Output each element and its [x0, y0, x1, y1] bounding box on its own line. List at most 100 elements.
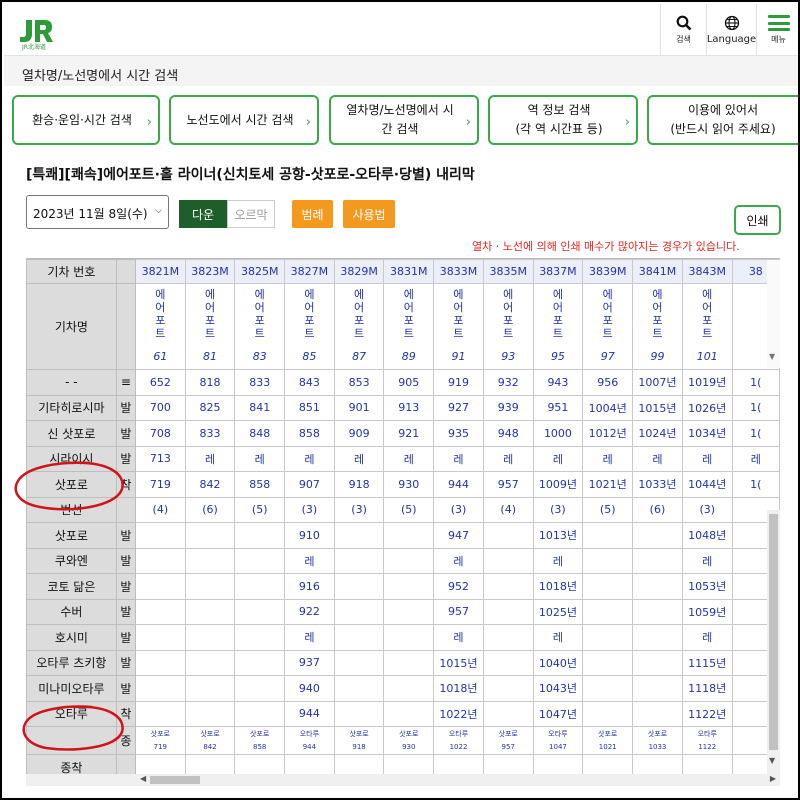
time-cell: 1019년 — [681, 369, 733, 396]
language-button[interactable]: Language — [706, 4, 756, 56]
time-cell: 956 — [582, 369, 634, 396]
terminal-cell — [184, 754, 236, 774]
train-number[interactable]: 3843M — [681, 259, 733, 284]
train-number[interactable]: 3825M — [234, 259, 286, 284]
search-button[interactable]: 검색 — [660, 4, 706, 56]
nav-train-name-search[interactable]: 열차명/노선명에서 시간 검색 › — [329, 95, 479, 145]
train-name-link[interactable]: 에 어 포 트 97 — [582, 283, 634, 370]
scrollbar-thumb[interactable] — [150, 776, 200, 784]
time-cell — [632, 700, 683, 727]
horizontal-scrollbar[interactable]: ◀ ▶ — [26, 774, 780, 786]
time-cell — [234, 547, 286, 574]
train-name-link[interactable]: 에 어 포 트 61 — [134, 283, 186, 370]
time-cell: 851 — [284, 394, 335, 421]
time-cell — [482, 522, 534, 549]
destination-cell: 삿포로 930 — [383, 726, 435, 755]
terminal-cell — [333, 754, 385, 774]
nav-route-map-search[interactable]: 노선도에서 시간 검색 › — [169, 95, 319, 145]
scroll-right-icon: ▶ — [769, 774, 776, 783]
chevron-right-icon: › — [624, 115, 630, 130]
direction-down-button[interactable]: 다운 — [179, 200, 227, 228]
time-cell: 레 — [284, 624, 335, 651]
time-cell: (5) — [383, 496, 435, 523]
time-cell: 1000 — [532, 420, 584, 447]
time-cell — [482, 700, 534, 727]
time-cell — [234, 598, 286, 625]
train-name-link[interactable]: 에 어 포 트 83 — [234, 283, 286, 370]
destination-cell: 삿포로 1021 — [582, 726, 634, 755]
train-number[interactable]: 3821M — [134, 259, 186, 284]
train-number[interactable]: 3833M — [433, 259, 484, 284]
time-cell: (3) — [333, 496, 385, 523]
train-name-link[interactable]: 에 어 포 트 81 — [184, 283, 236, 370]
time-cell — [582, 547, 634, 574]
train-number[interactable]: 3829M — [333, 259, 385, 284]
station-name: 쿠와엔 — [26, 547, 117, 574]
time-cell — [333, 624, 385, 651]
train-name-link[interactable]: 에 어 포 트 91 — [433, 283, 484, 370]
time-cell — [482, 598, 534, 625]
hamburger-icon — [767, 15, 790, 31]
time-cell — [234, 522, 286, 549]
time-cell — [383, 700, 435, 727]
train-number[interactable]: 3839M — [582, 259, 634, 284]
arrival-departure-mark: 발 — [115, 394, 136, 421]
time-cell: 940 — [284, 675, 335, 702]
train-number[interactable]: 3837M — [532, 259, 584, 284]
time-cell: 레 — [532, 624, 584, 651]
header-vertical-scrollbar[interactable]: ▼ — [767, 260, 780, 368]
time-cell: 1012년 — [582, 420, 634, 447]
train-name-link[interactable]: 에 어 포 트 95 — [532, 283, 584, 370]
station-name: 코토 닮은 — [26, 573, 117, 600]
train-name-link[interactable]: 에 어 포 트 85 — [284, 283, 335, 370]
time-cell: 921 — [383, 420, 435, 447]
date-select[interactable]: 2023년 11월 8일(수) ⌵ — [26, 195, 169, 229]
time-cell — [582, 598, 634, 625]
time-cell — [234, 624, 286, 651]
nav-transfer-fare-search[interactable]: 환승·운임·시간 검색 › — [12, 95, 160, 145]
time-cell: (4) — [134, 496, 186, 523]
menu-button[interactable]: 메뉴 — [756, 4, 798, 56]
time-cell: 841 — [234, 394, 286, 421]
station-name: 수버 — [26, 598, 117, 625]
nav-usage-guide[interactable]: 이용에 있어서 (반드시 읽어 주세요) — [647, 95, 798, 145]
print-button[interactable]: 인쇄 — [734, 205, 781, 235]
train-name-link[interactable]: 에 어 포 트 87 — [333, 283, 385, 370]
time-cell: 937 — [284, 649, 335, 676]
terminal-label: 종착 — [26, 754, 117, 774]
train-number[interactable]: 3831M — [383, 259, 435, 284]
train-number[interactable]: 3835M — [482, 259, 534, 284]
time-cell: 858 — [234, 471, 286, 498]
page-title: [특쾌][쾌속]에어포트·홀 라이너(신치토세 공항-삿포로-오타루·당별) 내… — [26, 167, 475, 183]
destination-cell: 삿포로 842 — [184, 726, 236, 755]
scrollbar-thumb[interactable] — [769, 514, 778, 750]
legend-button[interactable]: 범례 — [292, 200, 333, 228]
time-cell — [582, 700, 634, 727]
timetable-container[interactable]: 기차 번호 3821M 3823M 3825M 3827M 3829M 3831M 3833M… — [26, 258, 780, 774]
time-cell: 레 — [433, 445, 484, 472]
time-cell — [184, 547, 236, 574]
train-name-link[interactable]: 에 어 포 트 101 — [681, 283, 733, 370]
train-name-link[interactable]: 에 어 포 트 99 — [632, 283, 683, 370]
time-cell: 레 — [532, 547, 584, 574]
time-cell: 1018년 — [532, 573, 584, 600]
station-name: 오타루 츠키항 — [26, 649, 117, 676]
train-number[interactable]: 3841M — [632, 259, 683, 284]
time-cell: 932 — [482, 369, 534, 396]
breadcrumb: 열차명/노선명에서 시간 검색 — [22, 69, 179, 84]
time-cell — [582, 573, 634, 600]
direction-up-button[interactable]: 오르막 — [227, 200, 275, 228]
station-name: 호시미 — [26, 624, 117, 651]
train-number[interactable]: 3827M — [284, 259, 335, 284]
time-cell — [184, 598, 236, 625]
nav-station-info-search[interactable]: 역 정보 검색 (각 역 시간표 등) › — [488, 95, 638, 145]
train-name-link[interactable]: 에 어 포 트 89 — [383, 283, 435, 370]
train-number[interactable]: 3823M — [184, 259, 236, 284]
time-cell: 1007년 — [632, 369, 683, 396]
time-cell — [383, 598, 435, 625]
vertical-scrollbar[interactable]: ▼ — [767, 510, 780, 774]
usage-button[interactable]: 사용법 — [343, 200, 395, 228]
time-cell: 943 — [532, 369, 584, 396]
train-name-link[interactable]: 에 어 포 트 93 — [482, 283, 534, 370]
time-cell — [482, 624, 534, 651]
